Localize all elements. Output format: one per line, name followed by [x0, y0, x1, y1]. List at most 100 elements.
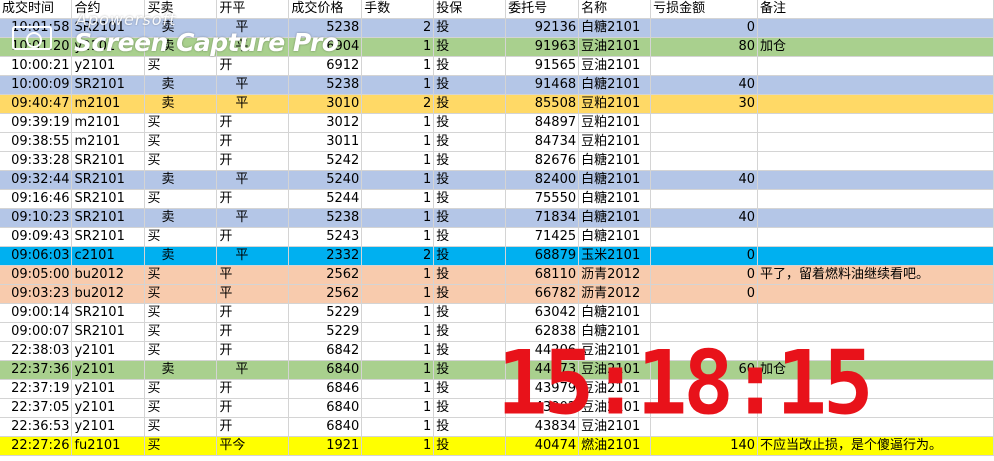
- cell-order[interactable]: 82676: [505, 151, 580, 171]
- table-row[interactable]: 09:05:00 bu2012 买平 2562 1 投 68110 沥青2012 0 平了，留着燃…: [0, 265, 994, 285]
- cell-name[interactable]: 白糖2101: [578, 151, 652, 171]
- cell-name[interactable]: 白糖2101: [578, 18, 652, 38]
- cell-name[interactable]: 玉米2101: [578, 246, 652, 266]
- cell-name[interactable]: 白糖2101: [578, 303, 652, 323]
- cell-contract[interactable]: y2101: [71, 360, 146, 380]
- cell-qty[interactable]: 1: [361, 398, 435, 418]
- cell-hedge[interactable]: 投: [433, 436, 507, 456]
- cell-order[interactable]: 68879: [505, 246, 580, 266]
- cell-hedge[interactable]: 投: [433, 113, 507, 133]
- cell-side[interactable]: 买: [144, 379, 218, 399]
- cell-time[interactable]: 09:33:28: [0, 151, 73, 171]
- cell-order[interactable]: 85508: [505, 94, 580, 114]
- cell-qty[interactable]: 1: [361, 436, 435, 456]
- cell-loss[interactable]: 40: [650, 208, 759, 228]
- cell-loss[interactable]: 30: [650, 94, 759, 114]
- cell-qty[interactable]: 1: [361, 189, 435, 209]
- cell-contract[interactable]: y2101: [71, 341, 146, 361]
- cell-contract[interactable]: SR2101: [71, 75, 146, 95]
- cell-time[interactable]: 22:38:03: [0, 341, 73, 361]
- cell-note[interactable]: 加仓: [757, 37, 994, 57]
- cell-hedge[interactable]: 投: [433, 18, 507, 38]
- table-row[interactable]: 10:01:58 SR2101 卖平 5238 2 投 92136 白糖2101 0: [0, 18, 994, 38]
- cell-order[interactable]: 82400: [505, 170, 580, 190]
- cell-qty[interactable]: 1: [361, 37, 435, 57]
- cell-qty[interactable]: 1: [361, 284, 435, 304]
- cell-open-close[interactable]: 开: [216, 132, 290, 152]
- cell-open-close[interactable]: 开: [216, 227, 290, 247]
- header-side[interactable]: 买卖: [144, 0, 218, 19]
- cell-side[interactable]: 买: [144, 189, 218, 209]
- cell-qty[interactable]: 1: [361, 56, 435, 76]
- cell-price[interactable]: 5243: [288, 227, 363, 247]
- cell-side[interactable]: 买: [144, 132, 218, 152]
- cell-loss[interactable]: 140: [650, 436, 759, 456]
- cell-hedge[interactable]: 投: [433, 398, 507, 418]
- cell-loss[interactable]: [650, 227, 759, 247]
- cell-contract[interactable]: m2101: [71, 132, 146, 152]
- cell-qty[interactable]: 1: [361, 75, 435, 95]
- cell-open-close[interactable]: 开: [216, 151, 290, 171]
- header-order[interactable]: 委托号: [505, 0, 580, 19]
- header-time[interactable]: 成交时间: [0, 0, 73, 19]
- cell-qty[interactable]: 1: [361, 322, 435, 342]
- cell-note[interactable]: 不应当改止损，是个傻逼行为。: [757, 436, 994, 456]
- table-row[interactable]: 10:00:09 SR2101 卖平 5238 1 投 91468 白糖2101 40: [0, 75, 994, 95]
- cell-qty[interactable]: 1: [361, 132, 435, 152]
- cell-time[interactable]: 22:37:19: [0, 379, 73, 399]
- cell-time[interactable]: 09:06:03: [0, 246, 73, 266]
- cell-price[interactable]: 6840: [288, 417, 363, 437]
- cell-price[interactable]: 5229: [288, 303, 363, 323]
- cell-contract[interactable]: y2101: [71, 398, 146, 418]
- cell-open-close[interactable]: 开: [216, 322, 290, 342]
- header-loss[interactable]: 亏损金额: [650, 0, 759, 19]
- cell-price[interactable]: 3011: [288, 132, 363, 152]
- cell-order[interactable]: 84897: [505, 113, 580, 133]
- table-row[interactable]: 09:06:03 c2101 卖平 2332 2 投 68879 玉米2101 0: [0, 246, 994, 266]
- cell-order[interactable]: 91468: [505, 75, 580, 95]
- cell-hedge[interactable]: 投: [433, 284, 507, 304]
- cell-loss[interactable]: 0: [650, 265, 759, 285]
- table-row[interactable]: 22:27:26 fu2101 买平今 1921 1 投 40474 燃油2101 140 不应当…: [0, 436, 994, 456]
- cell-note[interactable]: [757, 113, 994, 133]
- cell-time[interactable]: 22:36:53: [0, 417, 73, 437]
- cell-qty[interactable]: 1: [361, 417, 435, 437]
- cell-hedge[interactable]: 投: [433, 246, 507, 266]
- table-row[interactable]: 09:09:43 SR2101 买开 5243 1 投 71425 白糖2101: [0, 227, 994, 247]
- cell-price[interactable]: 2562: [288, 284, 363, 304]
- cell-price[interactable]: 2562: [288, 265, 363, 285]
- cell-note[interactable]: [757, 56, 994, 76]
- cell-name[interactable]: 白糖2101: [578, 170, 652, 190]
- cell-loss[interactable]: 40: [650, 170, 759, 190]
- cell-open-close[interactable]: 平: [216, 265, 290, 285]
- cell-contract[interactable]: SR2101: [71, 151, 146, 171]
- cell-time[interactable]: 09:16:46: [0, 189, 73, 209]
- cell-note[interactable]: [757, 246, 994, 266]
- cell-name[interactable]: 沥青2012: [578, 265, 652, 285]
- cell-hedge[interactable]: 投: [433, 75, 507, 95]
- cell-side[interactable]: 卖: [144, 75, 218, 95]
- cell-order[interactable]: 63042: [505, 303, 580, 323]
- cell-name[interactable]: 豆粕2101: [578, 113, 652, 133]
- cell-name[interactable]: 白糖2101: [578, 227, 652, 247]
- cell-contract[interactable]: y2101: [71, 56, 146, 76]
- cell-loss[interactable]: [650, 189, 759, 209]
- cell-time[interactable]: 09:32:44: [0, 170, 73, 190]
- cell-name[interactable]: 豆粕2101: [578, 132, 652, 152]
- cell-price[interactable]: 3012: [288, 113, 363, 133]
- cell-order[interactable]: 92136: [505, 18, 580, 38]
- cell-side[interactable]: 卖: [144, 170, 218, 190]
- cell-time[interactable]: 10:00:21: [0, 56, 73, 76]
- cell-price[interactable]: 5229: [288, 322, 363, 342]
- cell-side[interactable]: 卖: [144, 37, 218, 57]
- cell-open-close[interactable]: 平今: [216, 436, 290, 456]
- cell-loss[interactable]: [650, 132, 759, 152]
- header-qty[interactable]: 手数: [361, 0, 435, 19]
- cell-name[interactable]: 豆油2101: [578, 56, 652, 76]
- cell-price[interactable]: 5242: [288, 151, 363, 171]
- cell-qty[interactable]: 1: [361, 360, 435, 380]
- cell-hedge[interactable]: 投: [433, 132, 507, 152]
- cell-hedge[interactable]: 投: [433, 265, 507, 285]
- cell-open-close[interactable]: 平: [216, 360, 290, 380]
- cell-loss[interactable]: [650, 303, 759, 323]
